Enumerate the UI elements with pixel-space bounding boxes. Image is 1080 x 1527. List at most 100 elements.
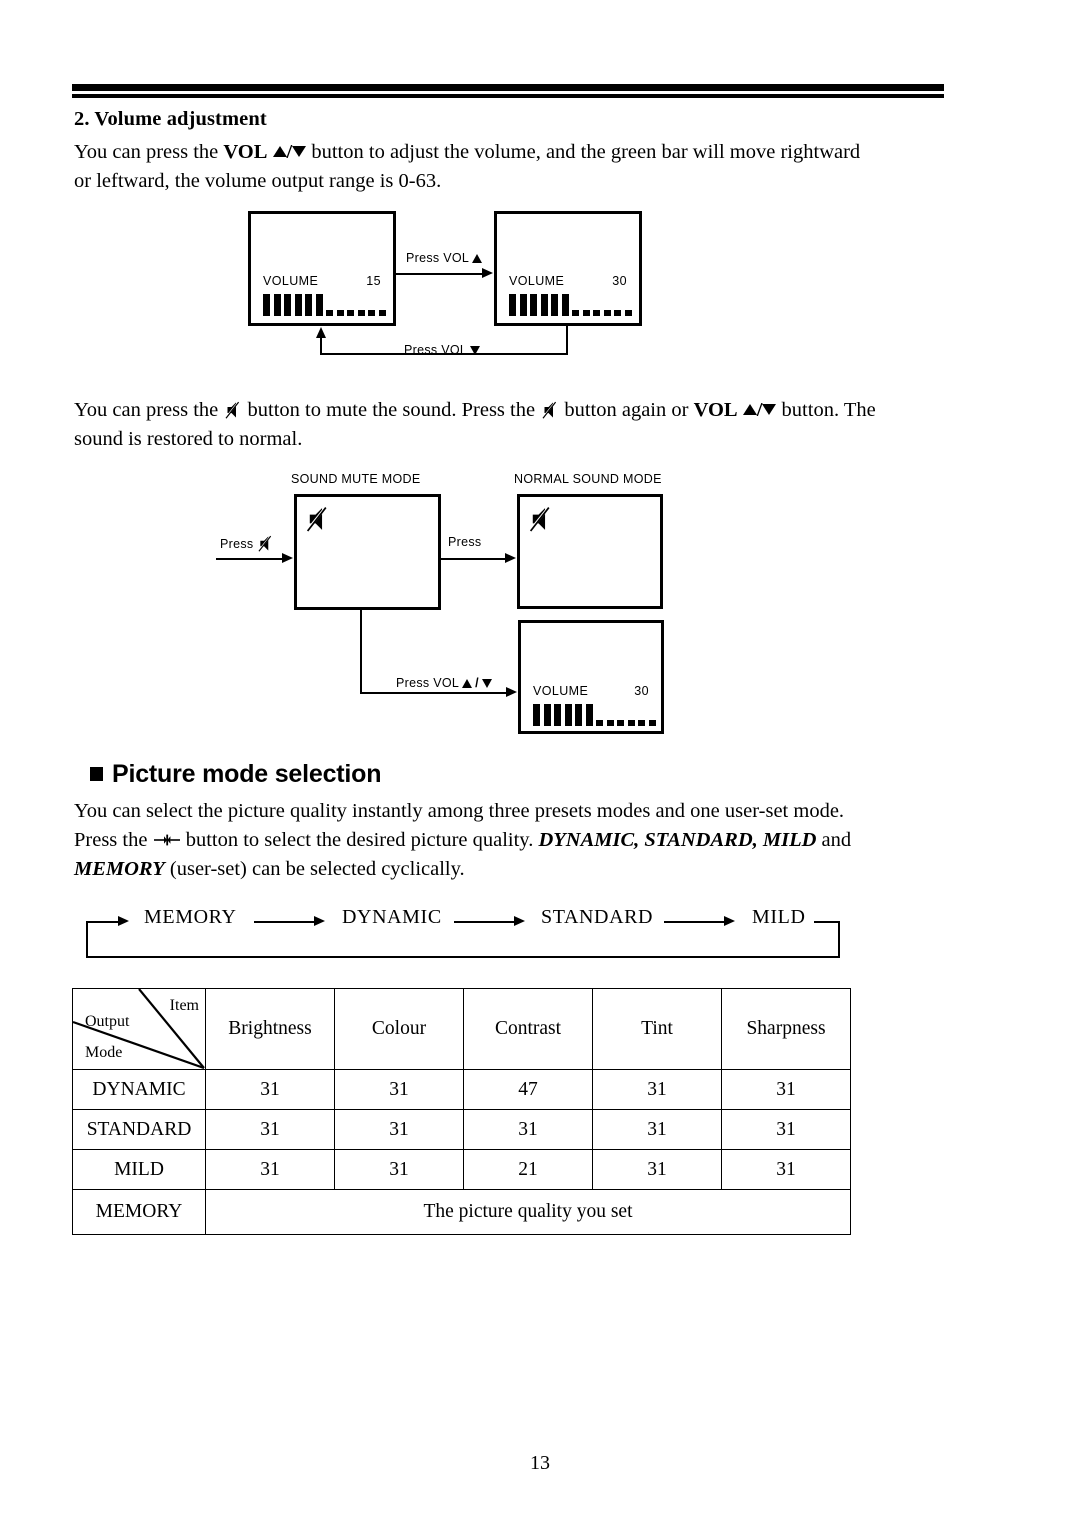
picture-mode-cycle-diagram: MEMORY DYNAMIC STANDARD MILD: [86, 898, 840, 960]
table-cell: 31: [205, 1109, 335, 1150]
vol-segment-off: [596, 720, 603, 726]
table-column-header: Brightness: [205, 988, 335, 1070]
cycle-loop-bottom: [86, 956, 840, 958]
vol-down-triangle-icon: [470, 345, 481, 355]
vol-segment-on: [575, 704, 582, 726]
vol-up-triangle-icon: [462, 678, 473, 688]
table-row-memory: MEMORY The picture quality you set: [72, 1189, 851, 1235]
sound-mute-mode-title: SOUND MUTE MODE: [291, 472, 421, 486]
picture-mode-heading-text: Picture mode selection: [112, 760, 382, 788]
cycle-node-mild: MILD: [752, 906, 806, 928]
sound-mute-mode-title-text: SOUND MUTE MODE: [291, 472, 421, 486]
picture-paragraph-line3-tail: (user-set) can be selected cyclically.: [164, 858, 465, 880]
header-rule-thick: [72, 84, 944, 91]
table-column-header: Tint: [592, 988, 722, 1070]
vol-segment-on: [305, 294, 312, 316]
press-vol-updown-text: Press VOL: [396, 676, 460, 690]
press-vol-down-text: Press VOL: [404, 343, 468, 357]
osd-value-mute-volume: 30: [634, 684, 649, 698]
table-row-label: MILD: [72, 1149, 206, 1190]
cycle-line-2: [454, 921, 518, 923]
osd-value-right: 30: [612, 274, 627, 288]
press-vol-up-text: Press VOL: [406, 251, 470, 265]
press-vol-updown-label: Press VOL /: [396, 676, 492, 690]
elbow-line-horizontal: [360, 692, 508, 694]
vol-segment-on: [540, 294, 548, 316]
osd-label-mute-volume: VOLUME: [533, 684, 589, 698]
mute-paragraph-part3: button again or: [559, 399, 694, 421]
vol-segment-off: [368, 310, 375, 316]
speaker-mute-icon: [306, 506, 328, 532]
vol-bold-label: VOL: [223, 141, 268, 163]
picture-paragraph-line2-pre: Press the: [74, 829, 153, 851]
table-column-header: Colour: [334, 988, 464, 1070]
arrowhead-press-vol: [506, 687, 517, 697]
picture-mode-paragraph: You can select the picture quality insta…: [74, 797, 874, 884]
arrowhead-press-middle: [505, 553, 516, 563]
vol-down-triangle-icon: [292, 146, 307, 157]
volume-bar-right: [509, 294, 632, 316]
volume-screen-left: VOLUME 15: [248, 211, 396, 326]
vol-segment-on: [273, 294, 281, 316]
table-corner-cell: Item Output Mode: [72, 988, 206, 1070]
press-vol-up-label: Press VOL: [406, 251, 483, 265]
vol-segment-off: [614, 310, 621, 316]
vol-segment-on: [519, 294, 527, 316]
vol-segment-on: [533, 704, 540, 726]
corner-label-item: Item: [169, 997, 199, 1014]
vol-segment-off: [582, 310, 590, 316]
volume-screen-right: VOLUME 30: [494, 211, 642, 326]
cycle-loop-left: [86, 921, 88, 958]
picture-mode-table: Item Output Mode Brightness Colour Contr…: [72, 988, 851, 1235]
table-cell: 31: [334, 1149, 464, 1190]
normal-sound-mode-screen: [517, 494, 663, 609]
volume-paragraph-part1: You can press the: [74, 141, 224, 163]
vol-segment-off: [617, 720, 624, 726]
arrowhead-press-mute: [282, 553, 293, 563]
osd-label-left: VOLUME: [263, 274, 319, 288]
volume-bar-left: [263, 294, 386, 316]
speaker-mute-icon: [225, 401, 240, 419]
vol-segment-off: [648, 720, 656, 726]
header-rule: [72, 84, 944, 98]
vol-segment-on: [294, 294, 302, 316]
cycle-node-standard: STANDARD: [541, 906, 654, 928]
cycle-line-1: [254, 921, 318, 923]
table-cell: 31: [205, 1069, 335, 1110]
table-column-header: Sharpness: [721, 988, 851, 1070]
picture-modes-emph: DYNAMIC, STANDARD, MILD: [538, 829, 817, 851]
mute-volume-screen: VOLUME 30: [518, 620, 664, 734]
vol-down-triangle-icon: [762, 404, 777, 415]
bullet-square-icon: [90, 766, 103, 781]
osd-row-right: VOLUME 30: [509, 274, 627, 288]
mute-paragraph-part1: You can press the: [74, 399, 224, 421]
osd-row-mute-volume: VOLUME 30: [533, 684, 649, 698]
vol-up-triangle-icon: [472, 253, 483, 263]
arrowhead-vol-down: [316, 327, 326, 338]
vol-down-triangle-icon: [481, 678, 492, 688]
table-row-label: STANDARD: [72, 1109, 206, 1150]
picture-paragraph-line1: You can select the picture quality insta…: [74, 800, 845, 822]
volume-bar-mute-screen: [533, 704, 656, 726]
arrow-line-vol-up: [396, 273, 484, 275]
normal-sound-mode-title-text: NORMAL SOUND MODE: [514, 472, 662, 486]
normal-sound-mode-title: NORMAL SOUND MODE: [514, 472, 662, 486]
elbow-line-vertical: [360, 610, 362, 694]
vol-segment-on: [554, 704, 561, 726]
vol-segment-off: [347, 310, 354, 316]
volume-paragraph: You can press the VOL / button to adjust…: [74, 141, 861, 192]
osd-label-right: VOLUME: [509, 274, 565, 288]
table-cell: 31: [721, 1069, 851, 1110]
table-cell: 31: [205, 1149, 335, 1190]
press-middle-text: Press: [448, 535, 482, 549]
table-cell: 47: [463, 1069, 593, 1110]
vol-up-triangle-icon: [742, 404, 757, 415]
table-cell: 21: [463, 1149, 593, 1190]
press-mute-label: Press: [220, 535, 274, 552]
vol-segment-off: [572, 310, 579, 316]
vol-segment-off: [326, 310, 333, 316]
vol-segment-off: [638, 720, 645, 726]
vol-segment-off: [627, 720, 635, 726]
vol-segment-on: [564, 704, 572, 726]
cycle-line-3: [664, 921, 728, 923]
